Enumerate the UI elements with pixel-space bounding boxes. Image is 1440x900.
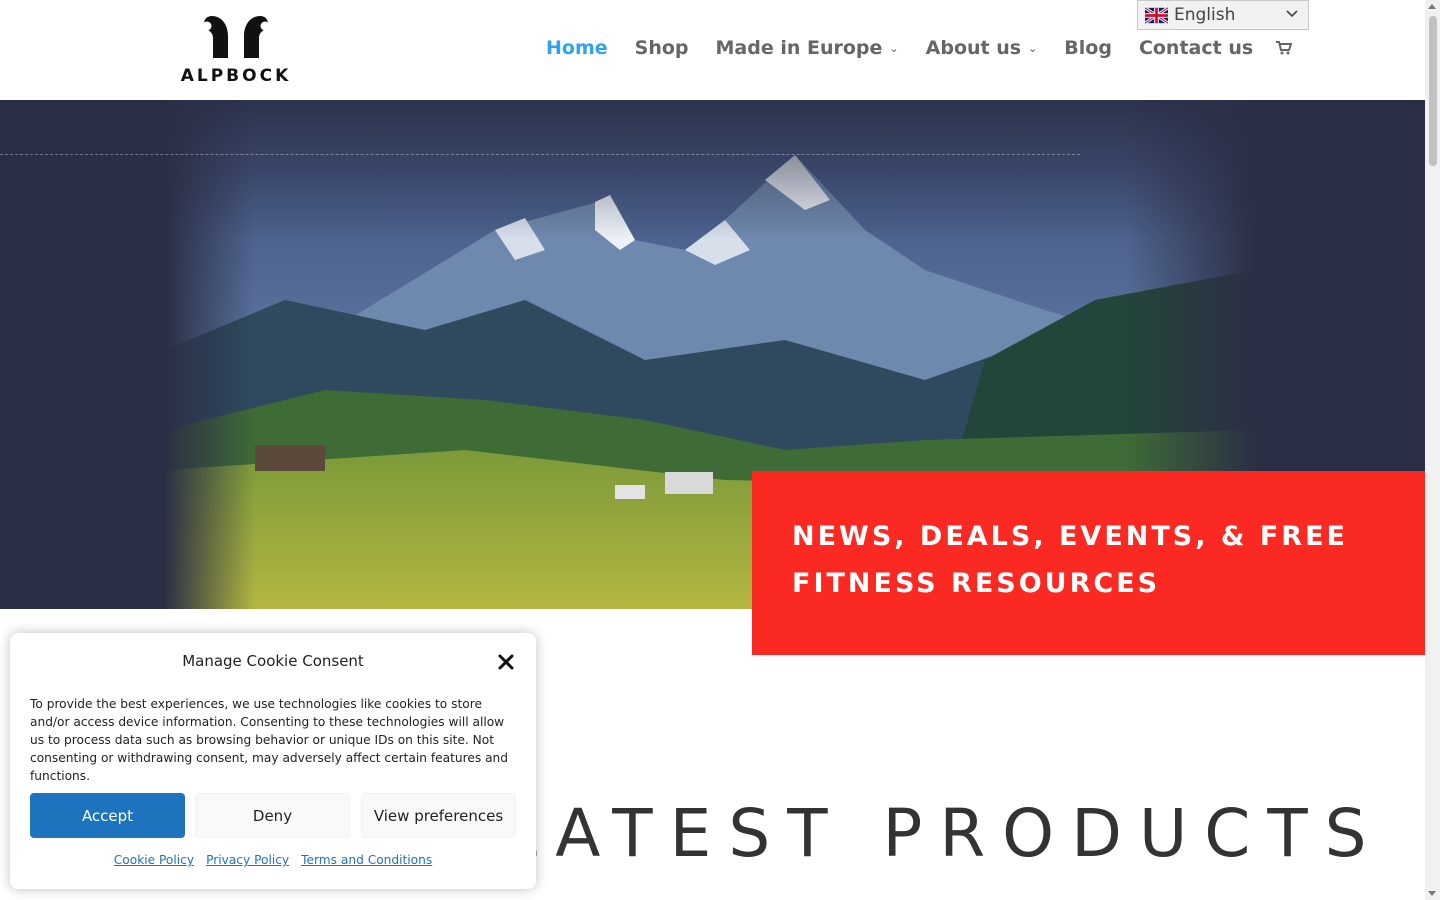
nav-label: Blog [1064,37,1112,59]
nav-item-blog[interactable]: Blog [1064,37,1112,59]
language-label: English [1174,5,1236,25]
scroll-down-icon[interactable] [1428,891,1436,896]
cookie-dialog-body: To provide the best experiences, we use … [30,697,509,783]
chevron-down-icon: ⌄ [889,41,899,55]
shopping-cart-icon[interactable] [1276,41,1293,55]
nav-item-made-in-europe[interactable]: Made in Europe ⌄ [716,37,899,59]
deny-button[interactable]: Deny [195,793,350,838]
language-select[interactable]: English [1137,0,1309,30]
hero-cta-text: NEWS, DEALS, EVENTS, & FREE FITNESS RESO… [792,521,1348,599]
cookie-policy-links: Cookie Policy Privacy Policy Terms and C… [10,853,536,867]
section-title: LATEST PRODUCTS [500,795,1384,872]
cookie-consent-dialog: Manage Cookie Consent To provide the bes… [10,633,536,889]
nav-label: Shop [634,37,689,59]
logo-wordmark: ALPBOCK [180,66,292,86]
site-header: ALPBOCK Home Shop Made in Europe ⌄ About … [0,0,1425,100]
uk-flag-icon [1145,6,1168,24]
page-scrollbar[interactable] [1425,0,1440,900]
nav-item-shop[interactable]: Shop [635,37,689,59]
accept-button[interactable]: Accept [30,793,185,838]
nav-label: Made in Europe [715,37,883,59]
scroll-up-icon[interactable] [1428,4,1436,9]
privacy-policy-link[interactable]: Privacy Policy [206,853,289,867]
nav-item-about-us[interactable]: About us ⌄ [926,37,1038,59]
view-preferences-button[interactable]: View preferences [361,793,516,838]
main-nav: Home Shop Made in Europe ⌄ About us ⌄ Blog… [546,37,1293,59]
nav-label: About us [925,37,1022,59]
terms-link[interactable]: Terms and Conditions [301,853,432,867]
cookie-dialog-title: Manage Cookie Consent [182,652,364,670]
cookie-policy-link[interactable]: Cookie Policy [114,853,194,867]
nav-label: Contact us [1138,37,1254,59]
scrollbar-thumb[interactable] [1429,16,1437,166]
close-icon[interactable] [497,653,515,671]
chevron-down-icon: ⌄ [1028,41,1038,55]
site-logo[interactable]: ALPBOCK [178,14,294,88]
hero-divider [0,154,1080,155]
hero-cta-box[interactable]: NEWS, DEALS, EVENTS, & FREE FITNESS RESO… [752,471,1425,655]
nav-item-contact-us[interactable]: Contact us [1139,37,1253,59]
ram-horns-icon [202,16,270,58]
chevron-down-icon [1286,10,1298,18]
nav-label: Home [546,37,608,59]
nav-item-home[interactable]: Home [546,37,608,59]
